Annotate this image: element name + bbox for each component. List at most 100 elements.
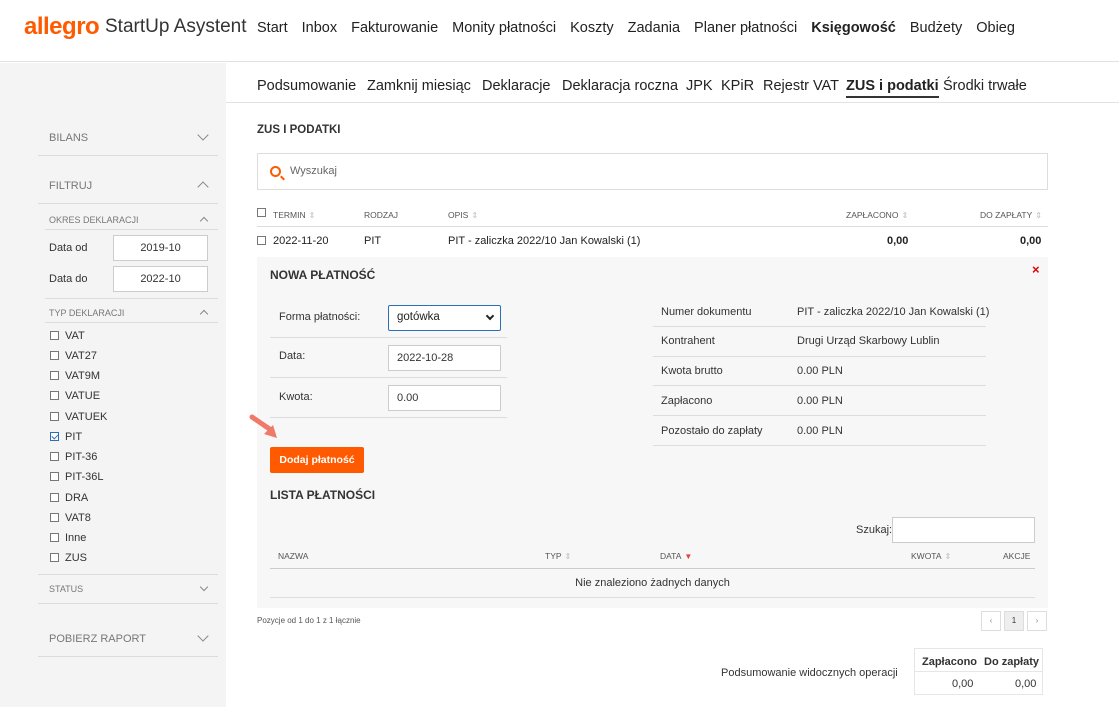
search-input[interactable]: Wyszukaj [257,153,1048,190]
row-checkbox[interactable] [257,236,266,245]
divider [38,574,218,575]
tab-rejestr-vat[interactable]: Rejestr VAT [763,78,839,94]
nav-zadania[interactable]: Zadania [628,20,680,36]
type-checkbox-vat27[interactable] [50,351,59,360]
amount-input[interactable]: 0.00 [388,385,501,411]
list-search-input[interactable] [892,517,1035,543]
search-icon [270,166,281,177]
kwota-label: Kwota: [279,391,313,403]
pobierz-raport-header[interactable]: POBIERZ RAPORT [49,633,146,645]
info-label: Zapłacono [661,395,713,407]
allegro-logo[interactable]: allegro [24,13,100,41]
close-icon[interactable]: × [1032,262,1040,277]
divider [653,356,986,357]
tab-jpk[interactable]: JPK [686,78,713,94]
type-label: DRA [65,492,89,504]
divider [38,656,218,657]
nav-obieg[interactable]: Obieg [976,20,1015,36]
type-checkbox-zus[interactable] [50,553,59,562]
type-label: PIT-36 [65,451,98,463]
divider [914,671,1043,672]
col-data[interactable]: DATA ▼ [660,551,692,561]
status-header[interactable]: STATUS [49,584,83,594]
info-label: Kontrahent [661,335,715,347]
next-page-button[interactable]: › [1027,611,1047,631]
page-1-button[interactable]: 1 [1004,611,1024,631]
divider [270,597,1035,598]
tab-srodki-trwale[interactable]: Środki trwałe [943,78,1027,94]
col-termin[interactable]: TERMIN [273,210,315,220]
divider [257,226,1048,227]
type-checkbox-vat9m[interactable] [50,371,59,380]
type-label: PIT-36L [65,471,104,483]
typ-header[interactable]: TYP DEKLARACJI [49,308,124,318]
type-checkbox-pit36[interactable] [50,452,59,461]
sidebar [0,63,226,707]
nav-start[interactable]: Start [257,20,288,36]
divider [45,298,218,299]
select-all-checkbox[interactable] [257,208,266,217]
tab-deklaracja-roczna[interactable]: Deklaracja roczna [562,78,678,94]
col-typ[interactable]: TYP [545,551,571,561]
empty-message: Nie znaleziono żadnych danych [575,577,730,589]
summary-do-zaplaty-value: 0,00 [1015,678,1037,690]
row-do-zaplaty: 0,00 [1020,235,1042,247]
new-payment-title: NOWA PŁATNOŚĆ [270,268,376,282]
col-kwota[interactable]: KWOTA [911,551,951,561]
divider [45,229,218,230]
date-input[interactable]: 2022-10-28 [388,345,501,371]
nav-fakturowanie[interactable]: Fakturowanie [351,20,438,36]
payments-list-title: LISTA PŁATNOŚCI [270,488,376,502]
add-payment-button[interactable]: Dodaj płatność [270,447,364,473]
info-value: 0.00 PLN [797,365,843,377]
col-zaplacono[interactable]: ZAPŁACONO [846,210,908,220]
tab-podsumowanie[interactable]: Podsumowanie [257,78,356,94]
nav-inbox[interactable]: Inbox [302,20,337,36]
col-akcje: AKCJE [1003,551,1031,561]
divider [38,203,218,204]
type-checkbox-vat8[interactable] [50,513,59,522]
type-checkbox-pit36l[interactable] [50,472,59,481]
type-label: VATUE [65,390,101,402]
type-checkbox-vatuek[interactable] [50,412,59,421]
nav-ksiegowosc[interactable]: Księgowość [811,20,896,36]
info-label: Numer dokumentu [661,306,752,318]
filtruj-header[interactable]: FILTRUJ [49,180,92,192]
divider [38,603,218,604]
divider [38,155,218,156]
nav-planer[interactable]: Planer płatności [694,20,797,36]
type-checkbox-dra[interactable] [50,493,59,502]
tab-deklaracje[interactable]: Deklaracje [482,78,551,94]
sort-desc-icon: ▼ [684,552,693,561]
col-rodzaj: RODZAJ [364,210,398,220]
type-checkbox-vatue[interactable] [50,391,59,400]
info-label: Pozostało do zapłaty [661,425,763,437]
type-label: VAT [65,330,85,342]
row-opis[interactable]: PIT - zaliczka 2022/10 Jan Kowalski (1) [448,235,640,247]
tab-kpir[interactable]: KPiR [721,78,754,94]
forma-value: gotówka [397,311,440,323]
tab-zamknij-miesiac[interactable]: Zamknij miesiąc [367,78,471,94]
summary-label: Podsumowanie widocznych operacji [721,667,898,679]
row-rodzaj: PIT [364,235,382,247]
col-opis[interactable]: OPIS [448,210,478,220]
divider [45,322,218,323]
type-checkbox-pit[interactable] [50,432,59,441]
tab-zus-i-podatki[interactable]: ZUS i podatki [846,78,939,98]
col-data-label: DATA [660,551,682,561]
nav-budzety[interactable]: Budżety [910,20,962,36]
type-label: VAT9M [65,370,101,382]
type-checkbox-inne[interactable] [50,533,59,542]
bilans-header[interactable]: BILANS [49,132,88,144]
nav-monity[interactable]: Monity płatności [452,20,556,36]
okres-header[interactable]: OKRES DEKLARACJI [49,215,139,225]
data-do-label: Data do [49,273,88,285]
data-od-input[interactable]: 2019-10 [113,235,208,261]
col-do-zaplaty[interactable]: DO ZAPŁATY [980,210,1042,220]
forma-select[interactable]: gotówka [388,305,501,331]
chevron-down-icon [485,311,495,321]
data-do-input[interactable]: 2022-10 [113,266,208,292]
prev-page-button[interactable]: ‹ [981,611,1001,631]
nav-koszty[interactable]: Koszty [570,20,614,36]
type-checkbox-vat[interactable] [50,331,59,340]
